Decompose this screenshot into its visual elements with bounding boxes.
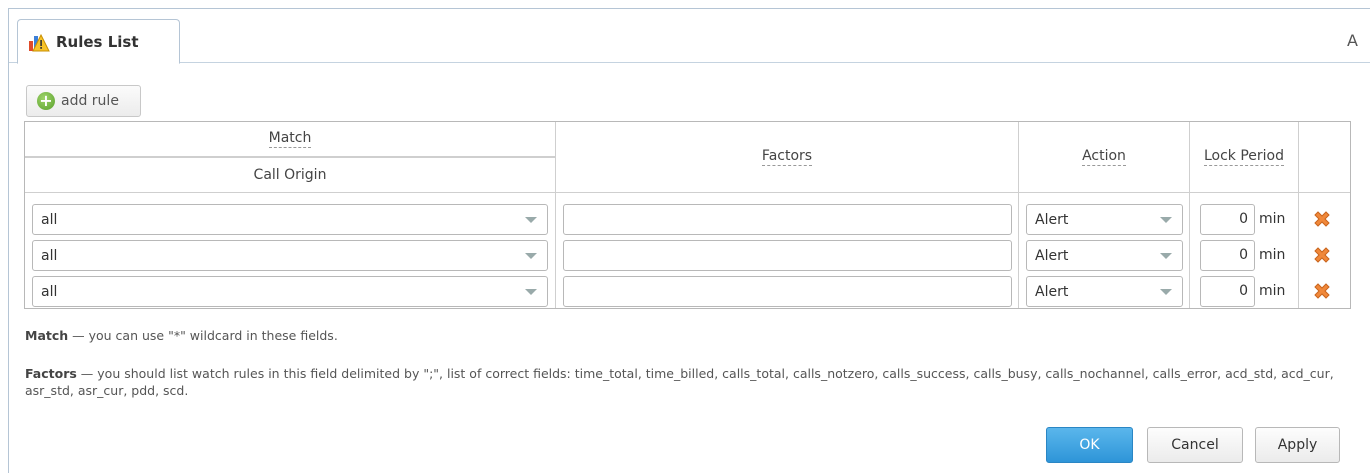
tabstrip-right-label: A	[1347, 31, 1358, 50]
action-select[interactable]: Alert	[1026, 276, 1183, 307]
lock-unit-label: min	[1259, 247, 1286, 263]
chevron-down-icon	[1160, 289, 1172, 295]
factors-input[interactable]	[563, 276, 1012, 307]
cancel-button[interactable]: Cancel	[1147, 427, 1243, 463]
apply-button[interactable]: Apply	[1255, 427, 1340, 463]
header-match: Match	[25, 122, 555, 157]
delete-x-icon[interactable]	[1311, 208, 1333, 230]
lock-period-input[interactable]: 0	[1200, 276, 1255, 307]
call-origin-select[interactable]: all	[32, 204, 548, 235]
ok-button[interactable]: OK	[1046, 427, 1133, 463]
header-factors: Factors	[556, 122, 1018, 193]
chevron-down-icon	[525, 253, 537, 259]
plus-circle-icon: +	[37, 92, 55, 110]
lock-unit-label: min	[1259, 211, 1286, 227]
header-delete-column	[1299, 122, 1350, 193]
chevron-down-icon	[525, 217, 537, 223]
tab-rules-list[interactable]: Rules List	[17, 19, 180, 64]
add-rule-button[interactable]: + add rule	[26, 85, 141, 117]
delete-x-icon[interactable]	[1311, 280, 1333, 302]
factors-note: Factors — you should list watch rules in…	[25, 366, 1334, 398]
header-call-origin: Call Origin	[25, 158, 555, 193]
chevron-down-icon	[1160, 217, 1172, 223]
factors-input[interactable]	[563, 240, 1012, 271]
tab-title: Rules List	[56, 32, 139, 51]
rules-table: Match Call Origin Factors Action Lock Pe…	[24, 121, 1351, 309]
call-origin-select[interactable]: all	[32, 240, 548, 271]
header-lock-period: Lock Period	[1190, 122, 1298, 193]
rules-chart-icon	[29, 33, 50, 51]
lock-period-input[interactable]: 0	[1200, 240, 1255, 271]
lock-unit-label: min	[1259, 283, 1286, 299]
rules-list-window: Rules List A + add rule Match Call Origi…	[8, 8, 1370, 473]
tab-strip: Rules List A	[9, 9, 1370, 64]
header-action: Action	[1019, 122, 1189, 193]
lock-period-input[interactable]: 0	[1200, 204, 1255, 235]
match-note: Match — you can use "*" wildcard in thes…	[25, 328, 338, 343]
chevron-down-icon	[525, 289, 537, 295]
call-origin-select[interactable]: all	[32, 276, 548, 307]
factors-input[interactable]	[563, 204, 1012, 235]
chevron-down-icon	[1160, 253, 1172, 259]
action-select[interactable]: Alert	[1026, 204, 1183, 235]
action-select[interactable]: Alert	[1026, 240, 1183, 271]
add-rule-label: add rule	[61, 93, 119, 109]
delete-x-icon[interactable]	[1311, 244, 1333, 266]
